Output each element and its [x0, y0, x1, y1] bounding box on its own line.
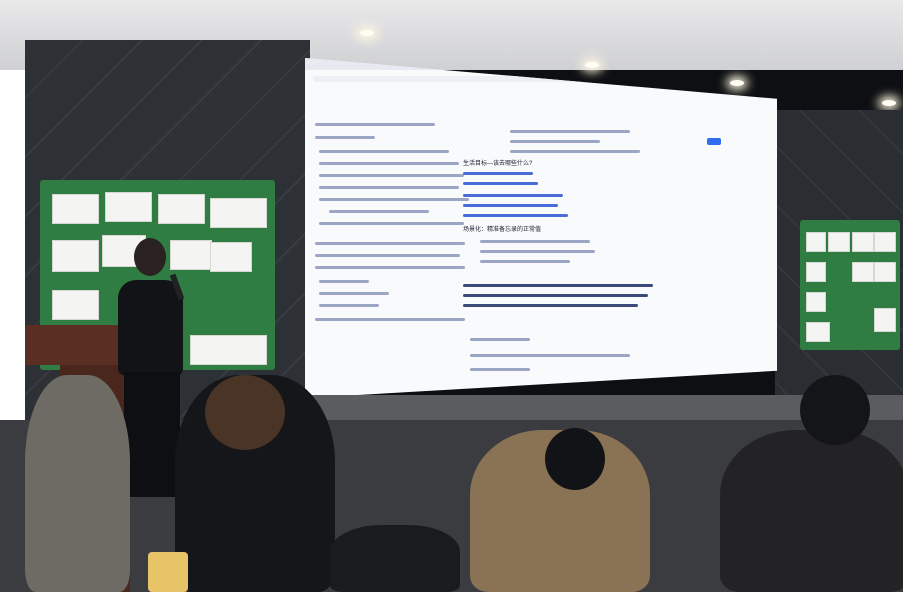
sticky-note	[210, 242, 252, 272]
link-line[interactable]	[463, 214, 568, 217]
text-line	[315, 318, 465, 321]
sticky-note	[874, 308, 896, 332]
sticky-note	[806, 232, 826, 252]
text-line	[480, 250, 595, 253]
sticky-note	[105, 192, 152, 222]
bulletin-board-right	[800, 220, 900, 350]
text-line	[480, 260, 570, 263]
text-line	[319, 304, 379, 307]
audience-hair	[545, 428, 605, 490]
ceiling-light	[360, 30, 374, 36]
ceiling-light	[585, 62, 599, 68]
sticky-note	[828, 232, 850, 252]
text-line	[319, 198, 469, 201]
link-line[interactable]	[463, 182, 538, 185]
sticky-note	[806, 292, 826, 312]
presenter-head	[134, 238, 166, 276]
text-line	[510, 150, 640, 153]
sticky-note	[852, 232, 874, 252]
tab-line[interactable]	[470, 338, 530, 341]
text-line	[319, 280, 369, 283]
browser-address-bar	[313, 76, 613, 82]
blue-button[interactable]	[707, 138, 721, 145]
audience-member	[25, 375, 130, 592]
sticky-note	[806, 322, 830, 342]
text-line	[510, 140, 600, 143]
text-line	[463, 304, 638, 307]
text-line	[315, 266, 465, 269]
presenter-legs	[124, 372, 180, 497]
sticky-note	[852, 262, 874, 282]
link-line[interactable]	[463, 204, 558, 207]
projection-screen: 生活目标—该去哪些什么? 场景化：精准备忘录的正常值	[305, 58, 777, 398]
text-line	[319, 222, 464, 225]
audience-member	[720, 430, 909, 592]
text-line	[319, 292, 389, 295]
text-line	[319, 174, 464, 177]
sticky-note	[806, 262, 826, 282]
ceiling-light	[730, 80, 744, 86]
text-line	[470, 354, 630, 357]
text-line	[319, 186, 459, 189]
text-line	[315, 136, 375, 139]
text-line	[470, 368, 530, 371]
sticky-note	[52, 194, 99, 224]
text-line	[319, 150, 449, 153]
ceiling-light	[882, 100, 896, 106]
text-line	[329, 210, 429, 213]
section-heading: 生活目标—该去哪些什么?	[463, 161, 533, 167]
link-line[interactable]	[463, 194, 563, 197]
presenter-body	[118, 280, 183, 375]
text-line	[315, 254, 460, 257]
sticky-note	[158, 194, 205, 224]
text-line	[319, 162, 459, 165]
link-line[interactable]	[463, 172, 533, 175]
sticky-note	[190, 335, 267, 365]
audience-hair	[205, 375, 285, 450]
audience-member	[330, 525, 460, 592]
sticky-note	[874, 232, 896, 252]
text-line	[463, 294, 648, 297]
image-border-right	[903, 0, 909, 592]
text-line	[315, 123, 435, 126]
sticky-note	[874, 262, 896, 282]
text-line	[463, 284, 653, 287]
text-line	[480, 240, 590, 243]
sticky-note	[170, 240, 212, 270]
sticky-note	[52, 290, 99, 320]
text-line	[315, 242, 465, 245]
audience-hair	[800, 375, 870, 445]
section-heading: 场景化：精准备忘录的正常值	[463, 227, 542, 233]
drink-cup	[148, 552, 188, 592]
sticky-note	[210, 198, 267, 228]
text-line	[510, 130, 630, 133]
sticky-note	[52, 240, 99, 272]
